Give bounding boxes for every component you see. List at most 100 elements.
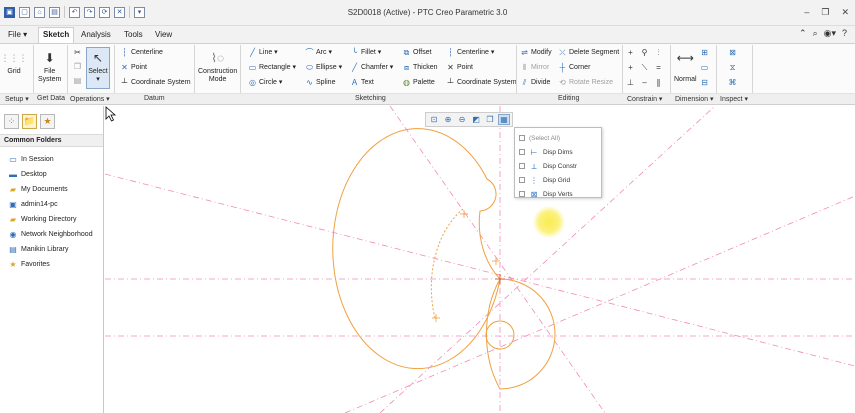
help-icon[interactable]: ? [842, 28, 847, 39]
search-icon[interactable]: ⌕ [813, 28, 818, 39]
inspect-open-ends-icon[interactable]: ⧖ [728, 63, 737, 72]
tab-sketch[interactable]: Sketch [38, 27, 75, 43]
sketch-centerline-button[interactable]: ┆ Centerline ▾ [446, 48, 494, 57]
delete-segment-button[interactable]: ⤫ Delete Segment [558, 48, 619, 57]
favorites-icon: ★ [9, 260, 17, 269]
rotate-resize-button[interactable]: ⟲ Rotate Resize [558, 78, 613, 87]
group-inspect[interactable]: Inspect ▾ [720, 95, 748, 103]
disp-grid-checkbox[interactable] [519, 177, 525, 183]
mirror-button[interactable]: ⫴ Mirror [520, 63, 549, 72]
fillet-icon: ╰ [352, 48, 357, 57]
folder-item-manikin-library[interactable]: ▤ Manikin Library [8, 242, 93, 257]
disp-constr-checkbox[interactable] [519, 163, 525, 169]
inspect-overlap-icon[interactable]: ⊠ [728, 48, 737, 57]
favorites-tab-icon[interactable]: ★ [40, 114, 55, 129]
select-button[interactable]: ↖ Select ▾ [86, 47, 110, 89]
copy-icon[interactable]: ❐ [73, 62, 82, 71]
grid-display-icon: ⋮ [530, 175, 538, 185]
group-setup[interactable]: Setup ▾ [5, 95, 29, 103]
modify-icon: ⇌ [521, 48, 528, 57]
corner-button[interactable]: ┼ Corner [558, 63, 591, 72]
sketch-coordinate-system-button[interactable]: ┴ Coordinate System [446, 78, 517, 87]
construction-mode-icon: ⌇◌ [211, 51, 225, 65]
graphics-canvas[interactable]: ⊡ ⊕ ⊖ ◩ ❒ ▦ (Select All) ⊢ Disp Dims ⟂ D… [105, 106, 855, 413]
chamfer-button[interactable]: ╱ Chamfer ▾ [350, 63, 393, 72]
folder-browser-tab-icon[interactable]: 📁 [22, 114, 37, 129]
constrain-symmetric-icon[interactable]: ⫶ [654, 48, 663, 57]
paste-icon[interactable]: ▤ [73, 76, 82, 85]
folder-item-my-documents[interactable]: ▰ My Documents [8, 182, 93, 197]
folder-item-working-directory[interactable]: ▰ Working Directory [8, 212, 93, 227]
modify-button[interactable]: ⇌ Modify [520, 48, 551, 57]
collapse-ribbon-icon[interactable]: ⌃ [799, 28, 807, 39]
datum-coordinate-system-button[interactable]: ┴ Coordinate System [120, 78, 191, 87]
zoom-in-icon[interactable]: ⊕ [442, 114, 454, 125]
inspect-shade-icon[interactable]: ⌘ [728, 78, 737, 87]
constrain-midpoint-icon[interactable]: ⟍ [640, 63, 649, 72]
ellipse-button[interactable]: ⬭ Ellipse ▾ [305, 63, 342, 72]
folder-item-in-session[interactable]: ▭ In Session [8, 152, 93, 167]
reference-dimension-icon[interactable]: ▭ [700, 63, 709, 72]
constrain-vertical-icon[interactable]: + [626, 48, 635, 57]
fillet-button[interactable]: ╰ Fillet ▾ [350, 48, 381, 57]
group-operations[interactable]: Operations ▾ [70, 95, 110, 103]
settings-icon[interactable]: ◉▾ [824, 28, 836, 39]
sketch-point-button[interactable]: ✕ Point [446, 63, 473, 72]
constrain-perpendicular-icon[interactable]: ⊥ [626, 78, 635, 87]
model-tree-tab-icon[interactable]: ⁘ [4, 114, 19, 129]
folder-item-admin14-pc[interactable]: ▣ admin14-pc [8, 197, 93, 212]
constrain-horizontal-icon[interactable]: + [626, 63, 635, 72]
constrain-tangent-icon[interactable]: ⚲ [640, 48, 649, 57]
datum-centerline-button[interactable]: ┆ Centerline [120, 48, 163, 57]
rectangle-button[interactable]: ▭ Rectangle ▾ [248, 63, 296, 72]
text-button[interactable]: A Text [350, 78, 374, 87]
thicken-button[interactable]: ⧈ Thicken [402, 63, 438, 72]
disp-verts-option[interactable]: ⊠ Disp Verts [519, 187, 597, 201]
datum-point-button[interactable]: ✕ Point [120, 63, 147, 72]
folder-item-favorites[interactable]: ★ Favorites [8, 257, 93, 272]
text-icon: A [351, 78, 358, 87]
perimeter-dimension-icon[interactable]: ⊞ [700, 48, 709, 57]
construction-mode-button[interactable]: ⌇◌ Construction Mode [198, 50, 237, 84]
tab-file[interactable]: File ▾ [4, 29, 31, 40]
tab-tools[interactable]: Tools [120, 29, 147, 40]
sketch-view-icon[interactable]: ❒ [484, 114, 496, 125]
offset-button[interactable]: ⧉ Offset [402, 48, 432, 57]
display-style-icon[interactable]: ◩ [470, 114, 482, 125]
group-get-data: Get Data [37, 95, 66, 102]
group-constrain[interactable]: Constrain ▾ [627, 95, 662, 103]
tab-view[interactable]: View [151, 29, 176, 40]
constrain-parallel-icon[interactable]: ∥ [654, 78, 663, 87]
refit-icon[interactable]: ⊡ [428, 114, 440, 125]
select-all-checkbox[interactable] [519, 135, 525, 141]
minimize-icon[interactable]: – [804, 7, 809, 18]
circle-button[interactable]: ◎ Circle ▾ [248, 78, 282, 87]
arc-button[interactable]: ⌒ Arc ▾ [305, 48, 332, 57]
grid-button[interactable]: ⋮⋮⋮ Grid [1, 50, 28, 76]
file-system-button[interactable]: ⬇ File System [38, 50, 61, 84]
disp-dims-option[interactable]: ⊢ Disp Dims [519, 145, 597, 159]
baseline-dimension-icon[interactable]: ⊟ [700, 78, 709, 87]
disp-grid-option[interactable]: ⋮ Disp Grid [519, 173, 597, 187]
select-all-option[interactable]: (Select All) [519, 131, 597, 145]
disp-constr-option[interactable]: ⟂ Disp Constr [519, 159, 597, 173]
spline-icon: ∿ [306, 78, 313, 87]
zoom-out-icon[interactable]: ⊖ [456, 114, 468, 125]
constrain-equal-icon[interactable]: = [654, 63, 663, 72]
disp-dims-checkbox[interactable] [519, 149, 525, 155]
cut-icon[interactable]: ✂ [73, 48, 82, 57]
folder-item-network-neighborhood[interactable]: ◉ Network Neighborhood [8, 227, 93, 242]
constrain-coincident-icon[interactable]: – [640, 78, 649, 87]
line-button[interactable]: ╱ Line ▾ [248, 48, 278, 57]
folder-item-desktop[interactable]: ▬ Desktop [8, 167, 93, 182]
divide-button[interactable]: ⫽ Divide [520, 78, 551, 87]
palette-button[interactable]: ◍ Palette [402, 78, 435, 87]
close-icon[interactable]: ✕ [841, 7, 849, 18]
disp-verts-checkbox[interactable] [519, 191, 525, 197]
normal-dimension-button[interactable]: ⟷ Normal [674, 50, 697, 84]
tab-analysis[interactable]: Analysis [77, 29, 115, 40]
restore-icon[interactable]: ❐ [821, 7, 829, 18]
spline-button[interactable]: ∿ Spline [305, 78, 335, 87]
sketcher-display-filter-icon[interactable]: ▦ [498, 114, 510, 125]
group-dimension[interactable]: Dimension ▾ [675, 95, 714, 103]
